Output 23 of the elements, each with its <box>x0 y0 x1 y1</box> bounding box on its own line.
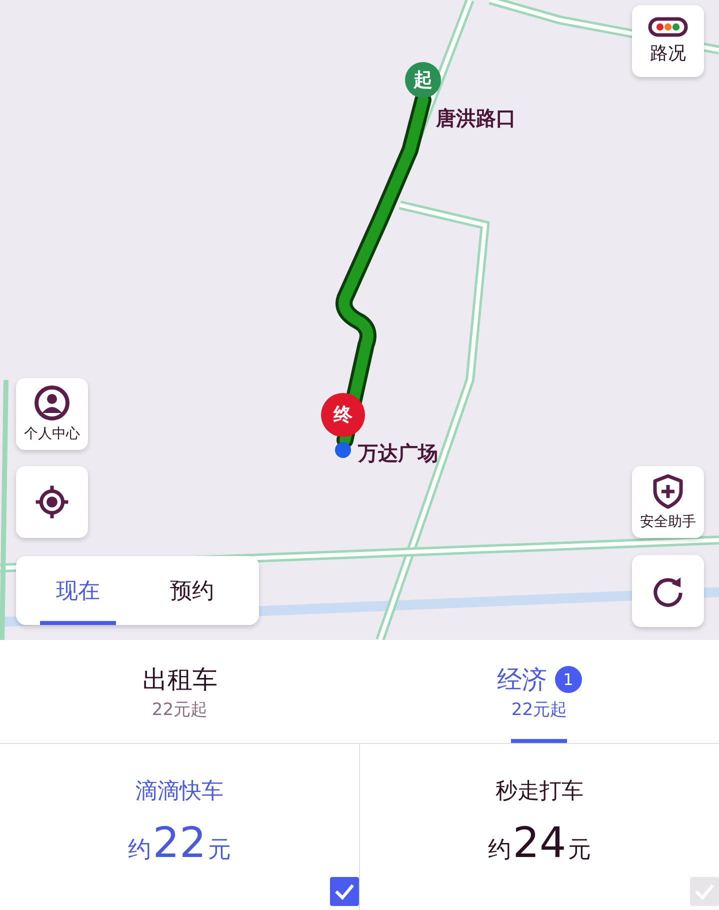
checkbox[interactable] <box>690 877 719 906</box>
category-tab[interactable]: 经济 1 22元起 <box>360 640 719 743</box>
traffic-light-icon <box>648 17 688 37</box>
place-label: 唐洪路口 <box>436 105 516 132</box>
ride-name: 秒走打车 <box>496 778 584 806</box>
ride-option-card[interactable]: 秒走打车 约 24 元 <box>360 744 719 910</box>
locate-button[interactable] <box>16 466 88 538</box>
ride-name: 滴滴快车 <box>136 778 224 806</box>
locate-icon <box>34 484 70 520</box>
count-badge: 1 <box>554 666 582 692</box>
map-button[interactable]: 个人中心 <box>16 378 88 450</box>
map-button[interactable]: 安全助手 <box>632 466 704 538</box>
map-button[interactable]: 路况 <box>632 5 704 77</box>
time-tab[interactable]: 现在 <box>40 556 116 625</box>
person-icon <box>34 385 70 421</box>
checkbox[interactable] <box>330 877 359 906</box>
category-tab[interactable]: 出租车 22元起 <box>0 640 360 743</box>
fare-text: 约 24 元 <box>488 818 592 867</box>
time-tab[interactable]: 预约 <box>154 556 230 625</box>
ride-option-card[interactable]: 滴滴快车 约 22 元 <box>0 744 360 910</box>
place-label: 万达广场 <box>358 440 438 467</box>
fare-text: 约 22 元 <box>128 818 232 867</box>
refresh-button[interactable] <box>632 555 704 627</box>
